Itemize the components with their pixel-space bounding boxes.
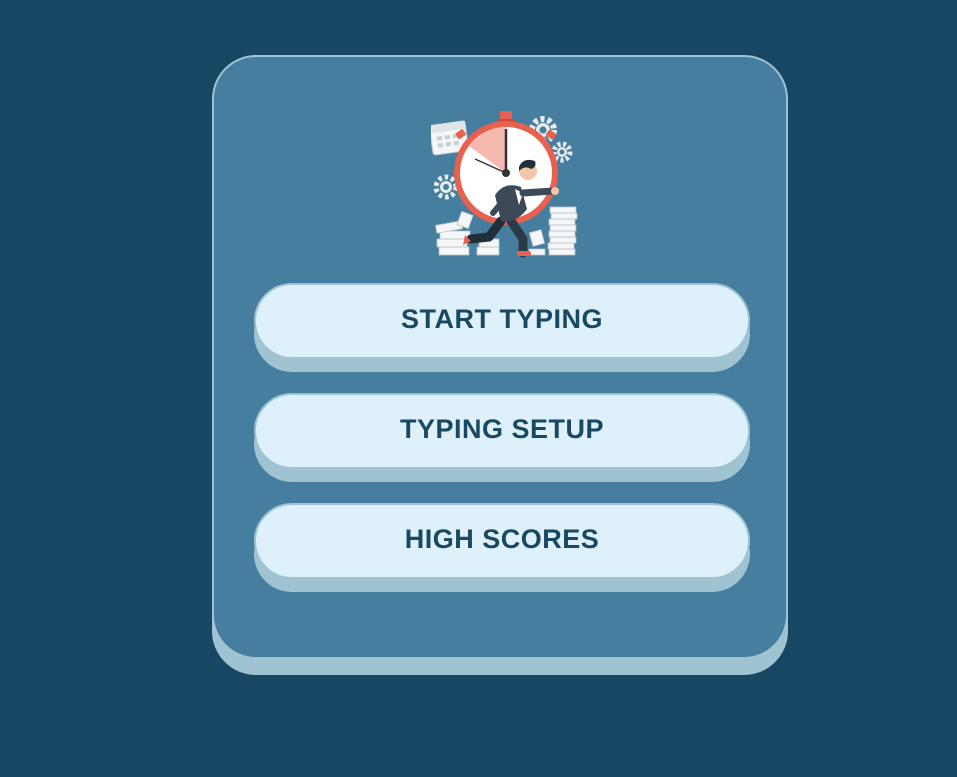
typing-setup-button[interactable]: TYPING SETUP xyxy=(254,393,750,469)
high-scores-button[interactable]: HIGH SCORES xyxy=(254,503,750,579)
start-typing-button[interactable]: START TYPING xyxy=(254,283,750,359)
stopwatch-runner-illustration xyxy=(431,111,578,258)
main-menu-card: START TYPING TYPING SETUP HIGH SCORES xyxy=(212,55,788,659)
